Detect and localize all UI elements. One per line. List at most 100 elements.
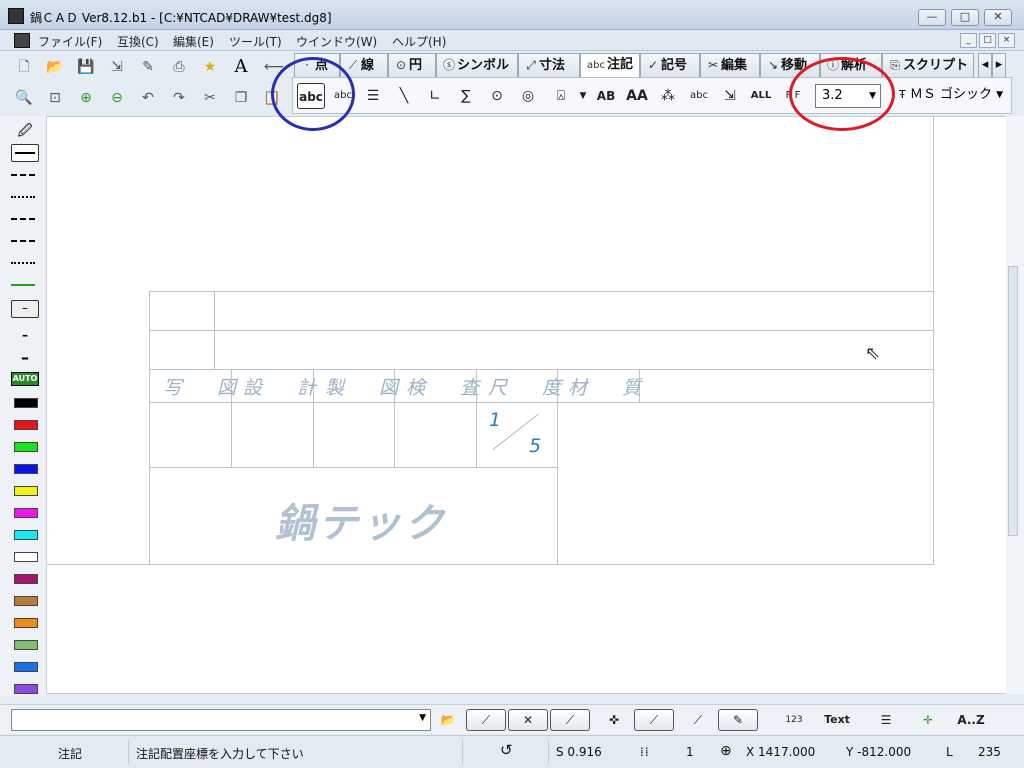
document-icon[interactable] (14, 33, 30, 48)
tab-circle[interactable]: ⊙ 円 (388, 53, 436, 77)
print-icon[interactable]: ⎙ (167, 55, 191, 79)
tab-symbol[interactable]: ⓢ シンボル (436, 53, 518, 77)
copy-icon[interactable]: ❐ (229, 86, 253, 110)
close-button[interactable]: ✕ (984, 9, 1012, 26)
snap-endpoint-button[interactable]: ⟋ (466, 709, 506, 731)
number-bulb-icon[interactable]: 123 (782, 710, 806, 730)
color-swatch[interactable] (14, 508, 38, 518)
text-arrow-icon[interactable]: ⇲ (716, 83, 744, 109)
snap-midpoint-button[interactable]: ⟋ (550, 709, 590, 731)
save-icon[interactable]: 💾 (74, 55, 98, 79)
zoom-window-icon[interactable]: 🔍 (12, 86, 36, 110)
menu-file[interactable]: ファイル(F) (38, 33, 102, 50)
line-style-double-chain[interactable] (11, 240, 35, 242)
favorite-star-icon[interactable]: ★ (198, 55, 222, 79)
color-swatch[interactable] (14, 442, 38, 452)
text-resize-icon[interactable]: AA (623, 83, 651, 109)
command-tabs: · 点 ⟋ 線 ⊙ 円 ⓢ シンボル ⤢ 寸法 abc 注記 ✓ 記号 ✂ 編集 ↘ 移動 ⓘ 解析… (294, 53, 1010, 79)
cut-icon[interactable]: ✂ (198, 86, 222, 110)
balloon-number-icon[interactable]: ◎ (514, 83, 542, 109)
mdi-minimize-button[interactable]: _ (960, 33, 977, 48)
paragraph-icon[interactable]: ☰ (359, 83, 387, 109)
color-swatch[interactable] (14, 640, 38, 650)
color-swatch[interactable] (14, 596, 38, 606)
menu-help[interactable]: ヘルプ(H) (392, 33, 446, 50)
save-as-icon[interactable]: ⇲ (105, 55, 129, 79)
tab-edit[interactable]: ✂ 編集 (700, 53, 760, 77)
menu-window[interactable]: ウインドウ(W) (296, 33, 377, 50)
line-weight-thick[interactable]: – (11, 348, 39, 367)
line-style-aux[interactable] (11, 284, 35, 286)
zoom-in-icon[interactable]: ⊕ (74, 86, 98, 110)
color-swatch[interactable] (14, 398, 38, 408)
maximize-button[interactable]: □ (951, 9, 979, 26)
sort-button[interactable]: A..Z (956, 710, 986, 730)
new-file-icon[interactable]: 🗋 (12, 55, 36, 79)
minimize-button[interactable]: — (918, 9, 946, 26)
import-icon[interactable]: ✎ (136, 55, 160, 79)
tab-scroll-left[interactable]: ◂ (978, 53, 992, 77)
balloon-icon[interactable]: ⊙ (483, 83, 511, 109)
color-swatch[interactable] (14, 574, 38, 584)
line-style-solid-selected[interactable] (11, 144, 39, 162)
mdi-close-button[interactable]: × (998, 33, 1015, 48)
tab-scroll-right[interactable]: ▸ (992, 53, 1006, 77)
color-swatch[interactable] (14, 662, 38, 672)
drawing-canvas[interactable]: 写 図 設 計 製 図 検 査 尺 度 材 質 1 5 鍋テック ⇖ (46, 116, 1008, 694)
line-style-dashed[interactable] (11, 174, 35, 176)
text-replace-icon[interactable]: AB (592, 83, 620, 109)
redo-icon[interactable]: ↷ (167, 86, 191, 110)
text-select-icon[interactable]: abc (685, 83, 713, 109)
text-all-icon[interactable]: ALL (747, 83, 775, 109)
snap-tool-button[interactable]: ✎ (718, 709, 758, 731)
color-swatch[interactable] (14, 552, 38, 562)
dimension-icon: ⤢ (526, 58, 536, 72)
tab-annotation[interactable]: abc 注記 (580, 53, 640, 79)
menu-compat[interactable]: 互換(C) (117, 33, 159, 50)
grid-icon[interactable]: ⁞⁞ (640, 745, 650, 759)
line-style-dotted[interactable] (11, 196, 35, 198)
tb-line (149, 330, 934, 331)
tab-dimension[interactable]: ⤢ 寸法 (518, 53, 580, 77)
snap-nearest-button[interactable]: ⟋ (634, 709, 674, 731)
diagonal-line-icon[interactable]: ╲ (390, 83, 418, 109)
color-swatch[interactable] (14, 618, 38, 628)
command-input[interactable]: ▼ (11, 709, 431, 731)
menu-edit[interactable]: 編集(E) (173, 33, 214, 50)
sigma-icon[interactable]: ∑ (452, 83, 480, 109)
undo-icon[interactable]: ↶ (136, 86, 160, 110)
zoom-out-icon[interactable]: ⊖ (105, 86, 129, 110)
font-select[interactable]: Ŧ ＭＳ ゴシック ▼ (893, 84, 1007, 108)
menu-tools[interactable]: ツール(T) (229, 33, 282, 50)
tab-script[interactable]: ⎘ スクリプト (882, 53, 974, 77)
snap-intersection-button[interactable]: ✕ (508, 709, 548, 731)
cursor-snap-icon[interactable]: ✛ (916, 710, 940, 730)
line-weight-medium[interactable]: – (11, 328, 39, 344)
line-style-chain[interactable] (11, 218, 35, 220)
tab-mark[interactable]: ✓ 記号 (640, 53, 700, 77)
text-explode-icon[interactable]: ⁂ (654, 83, 682, 109)
layer-icon[interactable]: ☰ (874, 710, 898, 730)
open-folder-icon[interactable]: 📂 (43, 55, 67, 79)
snap-perpendicular-icon[interactable]: ⟋ (686, 710, 710, 730)
open-folder-icon[interactable]: 📂 (436, 710, 460, 730)
color-swatch[interactable] (14, 684, 38, 694)
refresh-icon[interactable]: ↺ (500, 741, 513, 759)
font-a-icon[interactable]: A (229, 55, 253, 79)
color-swatch[interactable] (14, 486, 38, 496)
color-swatch[interactable] (14, 464, 38, 474)
color-swatch[interactable] (14, 530, 38, 540)
crosshair-icon[interactable]: ⊕ (720, 743, 732, 759)
zoom-fit-icon[interactable]: ⊡ (43, 86, 67, 110)
line-style-fine-dotted[interactable] (11, 262, 35, 264)
scrollbar-thumb[interactable] (1008, 266, 1018, 536)
color-swatch[interactable] (14, 420, 38, 430)
mdi-restore-button[interactable]: □ (979, 33, 996, 48)
text-bulb-button[interactable]: Text (822, 710, 852, 730)
line-weight-thin[interactable]: – (11, 300, 39, 318)
angle-icon[interactable]: ∟ (421, 83, 449, 109)
vertical-scrollbar[interactable] (1006, 116, 1024, 694)
snap-center-icon[interactable]: ✜ (602, 710, 626, 730)
eyedropper-icon[interactable]: 🖉 (11, 120, 39, 139)
color-auto-button[interactable]: AUTO (11, 372, 39, 386)
